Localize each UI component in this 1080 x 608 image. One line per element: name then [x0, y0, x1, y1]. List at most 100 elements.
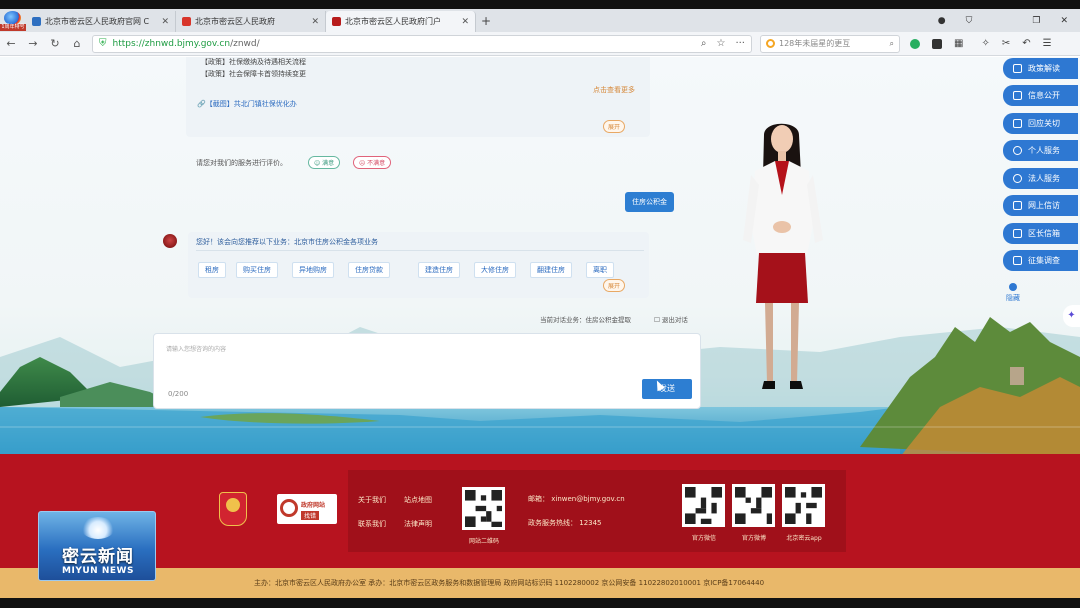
- party-emblem-logo[interactable]: [219, 492, 247, 526]
- copyright-text: 主办：北京市密云区人民政府办公室 承办：北京市密云区政务服务和数据管理局 政府网…: [254, 579, 765, 587]
- nav-legal-person-service[interactable]: 法人服务: [1003, 168, 1078, 189]
- nav-online-petition[interactable]: 网上信访: [1003, 195, 1078, 216]
- nav-mayor-mailbox[interactable]: 区长信箱: [1003, 223, 1078, 244]
- option-button[interactable]: 租房: [198, 262, 226, 278]
- question-input-box[interactable]: 请输入您想咨询的内容 0/200 发送: [153, 333, 701, 409]
- send-button[interactable]: 发送: [642, 379, 692, 399]
- app-qr-code: [782, 484, 825, 527]
- survey-icon: [1013, 256, 1022, 265]
- window-controls: ● ⛉ ❐ ✕: [938, 9, 1080, 32]
- user-message: 住房公积金: [625, 192, 674, 212]
- chat-icon: [1013, 119, 1022, 128]
- search-box[interactable]: 128年未届星的更互 ⌕: [760, 34, 900, 53]
- email-line: 邮箱： xinwen@bjmy.gov.cn: [528, 495, 625, 503]
- new-tab-button[interactable]: +: [476, 11, 496, 32]
- answer-line[interactable]: 【政策】社会保障卡首领持续变更: [201, 69, 306, 79]
- wardrobe-icon[interactable]: ⛉: [966, 16, 973, 26]
- tab-title: 北京市密云区人民政府官网 C: [45, 17, 150, 26]
- menu-icon[interactable]: ☰: [1043, 38, 1052, 49]
- policy-link[interactable]: 🔗【截图】共北门镇社保优化办: [197, 99, 297, 109]
- bottom-letterbox: [0, 598, 1080, 608]
- nav-policy-interpretation[interactable]: 政策解读: [1003, 58, 1078, 79]
- person-icon: [1013, 146, 1022, 155]
- link-icon: 🔗: [197, 100, 206, 108]
- back-icon[interactable]: ←: [0, 37, 22, 50]
- hotline-number: 12345: [579, 519, 602, 527]
- apps-grid-icon[interactable]: ▦: [954, 38, 963, 49]
- reload-icon[interactable]: ↻: [44, 37, 66, 50]
- tab-2[interactable]: 北京市密云区人民政府 ✕: [176, 11, 326, 32]
- undo-icon[interactable]: ↶: [1022, 38, 1030, 49]
- option-button[interactable]: 购买住房: [236, 262, 278, 278]
- user-icon: [1013, 174, 1022, 183]
- option-button[interactable]: 住房贷款: [348, 262, 390, 278]
- option-button[interactable]: 异地购房: [292, 262, 334, 278]
- option-button[interactable]: 大修住房: [474, 262, 516, 278]
- top-letterbox: [0, 0, 1080, 9]
- logo-english-text: MIYUN NEWS: [62, 566, 134, 576]
- footer-link-contact[interactable]: 联系我们: [358, 519, 386, 529]
- footer-link-legal[interactable]: 法律声明: [404, 519, 432, 529]
- collapse-nav-button[interactable]: 隐藏: [1005, 283, 1021, 303]
- tab-title: 北京市密云区人民政府: [195, 17, 275, 26]
- gov-site-error-report-logo[interactable]: 政府网站 找错: [277, 494, 337, 524]
- answer-line[interactable]: 【政策】社保缴纳及待遇相关流程: [201, 57, 306, 67]
- close-tab-icon[interactable]: ✕: [461, 17, 469, 27]
- more-menu-icon[interactable]: ···: [735, 38, 745, 49]
- email-text[interactable]: xinwen@bjmy.gov.cn: [551, 495, 624, 503]
- rating-prompt: 请您对我们的服务进行评价。: [196, 159, 287, 167]
- expand-button[interactable]: 展开: [603, 120, 626, 133]
- hotline-line: 政务服务热线： 12345: [528, 519, 602, 527]
- collapse-icon: [1009, 283, 1017, 291]
- account-icon[interactable]: ●: [938, 16, 946, 26]
- close-window-icon[interactable]: ✕: [1060, 16, 1068, 26]
- gov-emblem-favicon-icon: [332, 17, 341, 26]
- zoom-search-icon[interactable]: ⌕: [701, 38, 707, 49]
- char-counter: 0/200: [168, 390, 189, 398]
- home-icon[interactable]: ⌂: [66, 37, 88, 50]
- monitor-icon: [1013, 201, 1022, 210]
- url-bar[interactable]: ⛨ https://zhnwd.bjmy.gov.cn/znwd/ ⌕ ☆ ··…: [92, 34, 752, 53]
- option-button[interactable]: 离职: [586, 262, 614, 278]
- search-icon[interactable]: ⌕: [890, 39, 894, 49]
- logo-emblem-icon: [81, 517, 115, 539]
- unsatisfied-button[interactable]: ☹ 不满意: [353, 156, 392, 169]
- browser-logo-icon[interactable]: 1周年特号: [0, 9, 26, 32]
- option-button[interactable]: 建造住房: [418, 262, 460, 278]
- expand-button[interactable]: 展开: [603, 279, 626, 292]
- extension-dark-icon[interactable]: [932, 38, 942, 49]
- extension-icons: ▦ ✧ ✂ ↶ ☰: [910, 38, 1052, 49]
- logo-chinese-text: 密云新闻: [62, 547, 134, 567]
- see-more-link[interactable]: 点击查看更多: [593, 85, 635, 95]
- jiucuo-text: 政府网站: [301, 502, 326, 509]
- secure-shield-icon: ⛨: [99, 38, 107, 49]
- extension-green-icon[interactable]: [910, 38, 920, 49]
- search-placeholder: 128年未届星的更互: [779, 39, 851, 48]
- address-toolbar: ← → ↻ ⌂ ⛨ https://zhnwd.bjmy.gov.cn/znwd…: [0, 32, 1080, 56]
- weibo-qr-code: [732, 484, 775, 527]
- wechat-qr-code: [682, 484, 725, 527]
- nav-response[interactable]: 回应关切: [1003, 113, 1078, 134]
- site-qr-code: [462, 487, 505, 530]
- side-assistant-icon[interactable]: ✦: [1063, 305, 1080, 327]
- footer-link-about[interactable]: 关于我们: [358, 495, 386, 505]
- bookmark-star-icon[interactable]: ☆: [716, 38, 725, 49]
- close-tab-icon[interactable]: ✕: [311, 17, 319, 27]
- pin-icon[interactable]: ✧: [981, 38, 989, 49]
- restore-window-icon[interactable]: ❐: [1032, 16, 1040, 26]
- option-button[interactable]: 翻建住房: [530, 262, 572, 278]
- footer-link-sitemap[interactable]: 站点地图: [404, 495, 432, 505]
- tab-1[interactable]: 北京市密云区人民政府官网 C ✕: [26, 11, 176, 32]
- satisfied-button[interactable]: ☺ 满意: [308, 156, 341, 169]
- close-tab-icon[interactable]: ✕: [161, 17, 169, 27]
- search-engine-icon: [766, 39, 775, 48]
- nav-info-disclosure[interactable]: 信息公开: [1003, 85, 1078, 106]
- exit-topic-link[interactable]: ☐ 退出对话: [654, 314, 688, 324]
- nav-survey[interactable]: 征集调查: [1003, 250, 1078, 271]
- scissors-icon[interactable]: ✂: [1002, 38, 1010, 49]
- tab-3-active[interactable]: 北京市密云区人民政府门户 ✕: [326, 11, 476, 32]
- gov-emblem-favicon-icon: [182, 17, 191, 26]
- nav-personal-service[interactable]: 个人服务: [1003, 140, 1078, 161]
- forward-icon[interactable]: →: [22, 37, 44, 50]
- gov-favicon-icon: [32, 17, 41, 26]
